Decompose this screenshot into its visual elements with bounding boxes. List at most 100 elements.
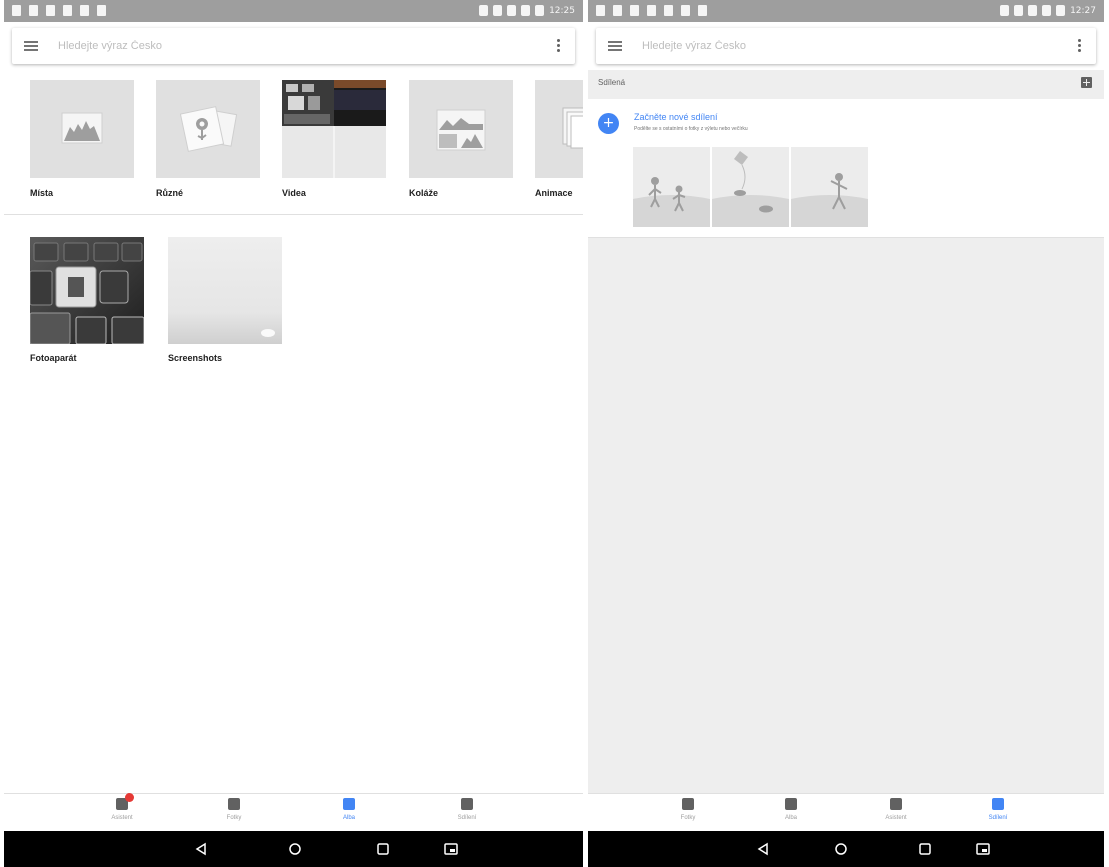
notification-icon — [63, 5, 72, 16]
album-label: Screenshots — [168, 353, 223, 363]
category-animations[interactable]: Animace — [535, 80, 583, 198]
screen-cast-icon[interactable] — [444, 842, 458, 856]
albums-icon — [785, 798, 797, 810]
category-label: Videa — [282, 188, 306, 198]
category-label: Místa — [30, 188, 54, 198]
menu-icon[interactable] — [24, 41, 38, 51]
home-icon[interactable] — [288, 842, 302, 856]
stacked-photos-icon — [535, 80, 583, 178]
more-options-icon[interactable] — [1078, 39, 1082, 53]
plus-icon[interactable]: + — [598, 113, 619, 134]
illustration-panel — [712, 147, 789, 227]
album-camera[interactable]: Fotoaparát — [30, 237, 144, 363]
system-icons: 12:25 — [479, 5, 575, 16]
notification-icon — [630, 5, 639, 16]
illustration-panel — [633, 147, 710, 227]
album-cover — [168, 237, 282, 344]
collage-icon — [409, 80, 513, 178]
photos-icon — [682, 798, 694, 810]
assistant-icon — [116, 793, 134, 810]
notification-icons — [596, 5, 707, 16]
search-input[interactable] — [58, 28, 535, 64]
album-cover — [30, 237, 144, 344]
search-bar — [596, 28, 1096, 64]
notification-icon — [596, 5, 605, 16]
status-bar: 12:25 — [4, 0, 583, 22]
flower-photos-icon — [156, 80, 260, 178]
sharing-icon — [461, 798, 473, 810]
battery-icon — [1056, 5, 1066, 16]
bottom-navigation: Fotky Alba Asistent Sdílení — [588, 793, 1104, 831]
status-bar: 12:27 — [588, 0, 1104, 22]
more-options-icon[interactable] — [557, 39, 561, 53]
section-divider — [4, 214, 583, 215]
location-icon — [80, 5, 89, 16]
cloud-icon — [647, 5, 656, 16]
category-label: Různé — [156, 188, 183, 198]
album-label: Fotoaparát — [30, 353, 77, 363]
shared-content: Sdílená + Začněte nové sdílení Podělte s… — [588, 70, 1104, 793]
clock: 12:25 — [549, 5, 575, 16]
add-icon[interactable] — [1081, 77, 1092, 88]
illustration-panel — [791, 147, 868, 227]
notification-icon — [613, 5, 622, 16]
notification-icon — [97, 5, 106, 16]
category-videos[interactable]: Videa — [282, 80, 386, 198]
back-icon[interactable] — [756, 842, 770, 856]
nav-photos[interactable]: Fotky — [204, 798, 264, 821]
home-icon[interactable] — [834, 842, 848, 856]
landscape-icon — [30, 80, 134, 178]
nav-assistant[interactable]: Asistent — [92, 793, 152, 821]
recents-icon[interactable] — [376, 842, 390, 856]
category-label: Animace — [535, 188, 573, 198]
signal-icon — [1042, 5, 1052, 16]
bottom-navigation: Asistent Fotky Alba Sdílení — [4, 793, 583, 831]
nav-sharing[interactable]: Sdílení — [968, 798, 1028, 821]
menu-icon[interactable] — [608, 41, 622, 51]
category-row: Místa Různé Videa Koláže Animace — [4, 80, 583, 210]
section-title: Sdílená — [598, 78, 626, 87]
notification-icon — [664, 5, 673, 16]
notification-icons — [12, 5, 106, 16]
sharing-screen: 12:27 Sdílená + Začněte nové sdílení Pod… — [588, 0, 1104, 867]
video-thumbnail — [282, 80, 386, 178]
nav-sharing[interactable]: Sdílení — [437, 798, 497, 821]
signal-icon — [521, 5, 531, 16]
recents-icon[interactable] — [918, 842, 932, 856]
nav-assistant[interactable]: Asistent — [866, 798, 926, 821]
photos-icon — [228, 798, 240, 810]
system-icons: 12:27 — [1000, 5, 1096, 16]
nav-albums[interactable]: Alba — [319, 798, 379, 821]
notification-icon — [46, 5, 55, 16]
bluetooth-icon — [479, 5, 489, 16]
assistant-icon — [890, 798, 902, 810]
start-sharing-card[interactable]: + Začněte nové sdílení Podělte se s osta… — [588, 99, 1104, 238]
screen-cast-icon[interactable] — [976, 842, 990, 856]
notification-icon — [681, 5, 690, 16]
category-misc[interactable]: Různé — [156, 80, 260, 198]
alarm-icon — [1014, 5, 1024, 16]
play-icon — [698, 5, 707, 16]
notification-icon — [29, 5, 38, 16]
nav-albums[interactable]: Alba — [761, 798, 821, 821]
wifi-icon — [1028, 5, 1038, 16]
search-input[interactable] — [642, 28, 1056, 64]
system-navigation-bar — [588, 831, 1104, 867]
notification-badge — [125, 793, 134, 802]
back-icon[interactable] — [194, 842, 208, 856]
category-label: Koláže — [409, 188, 439, 198]
sharing-icon — [992, 798, 1004, 810]
battery-icon — [535, 5, 545, 16]
alarm-icon — [493, 5, 503, 16]
bluetooth-icon — [1000, 5, 1010, 16]
albums-icon — [343, 798, 355, 810]
wifi-icon — [507, 5, 517, 16]
nav-photos[interactable]: Fotky — [658, 798, 718, 821]
albums-screen: 12:25 Místa — [4, 0, 583, 867]
clock: 12:27 — [1070, 5, 1096, 16]
category-collages[interactable]: Koláže — [409, 80, 513, 198]
start-sharing-subtitle: Podělte se s ostatními o fotky z výletu … — [634, 126, 748, 132]
album-screenshots[interactable]: Screenshots — [168, 237, 282, 363]
category-places[interactable]: Místa — [30, 80, 134, 198]
shared-section-header: Sdílená — [588, 70, 1104, 98]
